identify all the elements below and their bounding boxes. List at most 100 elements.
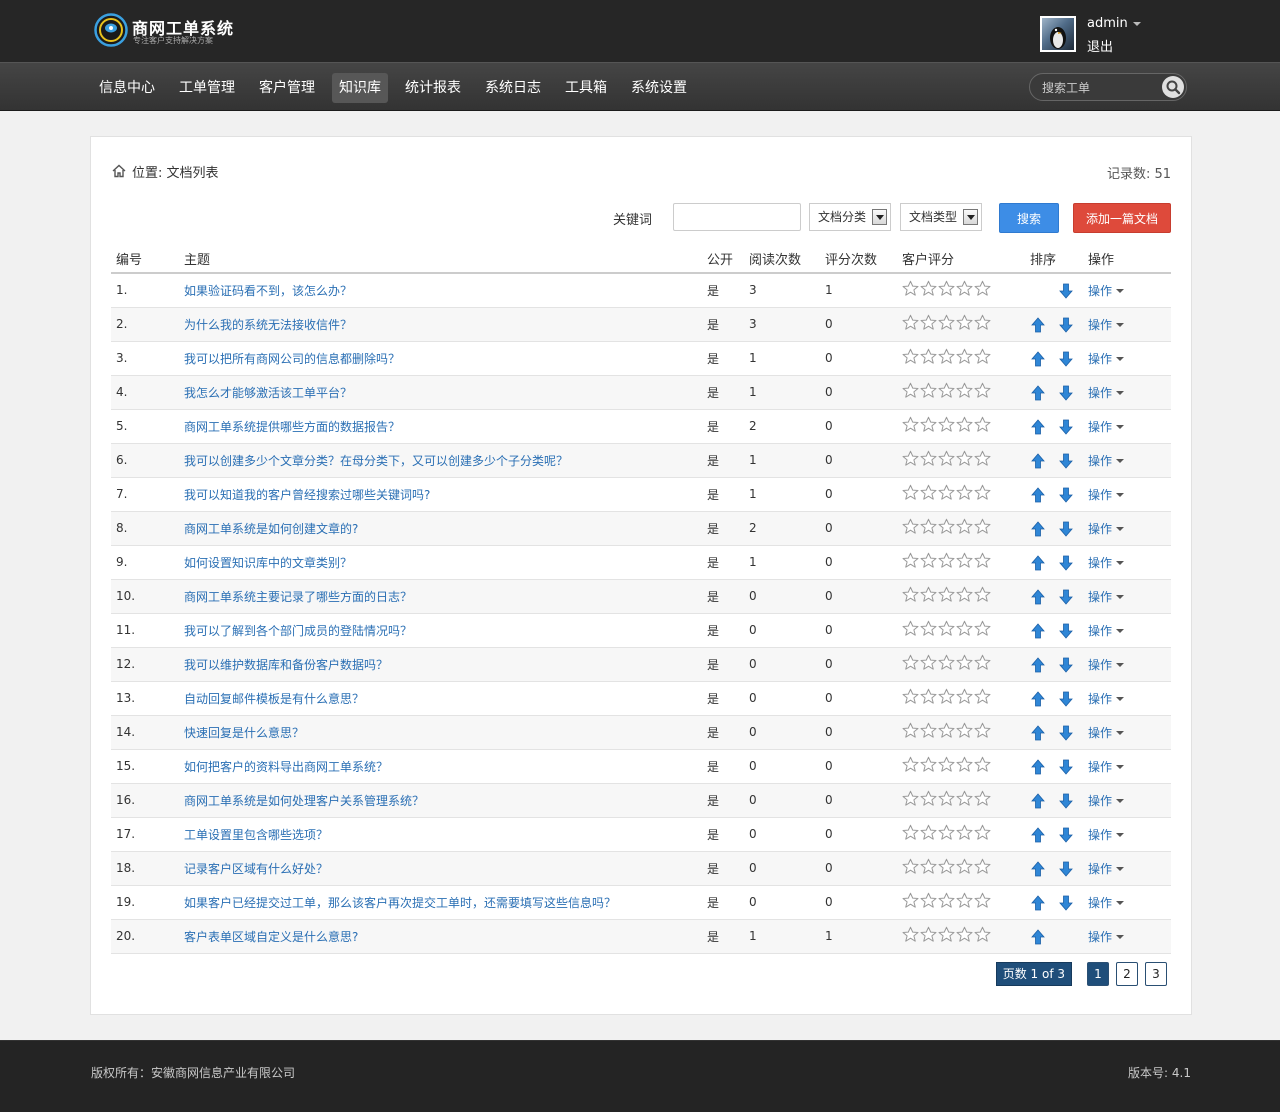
star-outline-icon[interactable] <box>920 620 937 640</box>
star-outline-icon[interactable] <box>938 654 955 674</box>
arrow-down-icon[interactable] <box>1059 861 1073 877</box>
star-outline-icon[interactable] <box>974 926 991 946</box>
star-outline-icon[interactable] <box>974 484 991 504</box>
star-outline-icon[interactable] <box>974 450 991 470</box>
nav-item-6[interactable]: 工具箱 <box>558 73 614 103</box>
star-outline-icon[interactable] <box>938 552 955 572</box>
arrow-down-icon[interactable] <box>1059 317 1073 333</box>
row-subject-link[interactable]: 我怎么才能够激活该工单平台？ <box>184 386 352 400</box>
row-actions-dropdown[interactable]: 操作 <box>1088 284 1125 298</box>
star-outline-icon[interactable] <box>938 620 955 640</box>
search-submit-button[interactable]: 搜索 <box>999 203 1059 233</box>
arrow-down-icon[interactable] <box>1059 827 1073 843</box>
arrow-down-icon[interactable] <box>1059 725 1073 741</box>
arrow-down-icon[interactable] <box>1059 419 1073 435</box>
star-outline-icon[interactable] <box>974 858 991 878</box>
star-outline-icon[interactable] <box>938 484 955 504</box>
star-outline-icon[interactable] <box>956 484 973 504</box>
star-outline-icon[interactable] <box>902 314 919 334</box>
arrow-up-icon[interactable] <box>1031 418 1045 435</box>
star-outline-icon[interactable] <box>920 586 937 606</box>
arrow-up-icon[interactable] <box>1031 826 1045 843</box>
nav-item-3[interactable]: 知识库 <box>332 73 388 103</box>
app-logo[interactable]: 商网工单系统 专注客户支持解决方案 <box>94 13 314 49</box>
star-outline-icon[interactable] <box>902 790 919 810</box>
row-subject-link[interactable]: 如何设置知识库中的文章类别？ <box>184 556 352 570</box>
arrow-down-icon[interactable] <box>1059 453 1073 469</box>
star-outline-icon[interactable] <box>974 756 991 776</box>
arrow-down-icon[interactable] <box>1059 283 1073 299</box>
page-link-1[interactable]: 1 <box>1087 962 1109 986</box>
star-outline-icon[interactable] <box>956 314 973 334</box>
star-outline-icon[interactable] <box>974 688 991 708</box>
row-subject-link[interactable]: 如果客户已经提交过工单，那么该客户再次提交工单时，还需要填写这些信息吗？ <box>184 896 616 910</box>
row-actions-dropdown[interactable]: 操作 <box>1088 318 1125 332</box>
star-outline-icon[interactable] <box>920 518 937 538</box>
arrow-up-icon[interactable] <box>1031 452 1045 469</box>
star-outline-icon[interactable] <box>920 824 937 844</box>
nav-item-1[interactable]: 工单管理 <box>172 73 242 103</box>
nav-item-2[interactable]: 客户管理 <box>252 73 322 103</box>
star-outline-icon[interactable] <box>974 280 991 300</box>
row-subject-link[interactable]: 商网工单系统是如何处理客户关系管理系统？ <box>184 794 424 808</box>
arrow-down-icon[interactable] <box>1059 691 1073 707</box>
star-outline-icon[interactable] <box>920 790 937 810</box>
arrow-up-icon[interactable] <box>1031 588 1045 605</box>
star-outline-icon[interactable] <box>974 620 991 640</box>
search-button[interactable] <box>1162 76 1184 98</box>
star-outline-icon[interactable] <box>974 654 991 674</box>
arrow-up-icon[interactable] <box>1031 792 1045 809</box>
row-actions-dropdown[interactable]: 操作 <box>1088 590 1125 604</box>
arrow-up-icon[interactable] <box>1031 486 1045 503</box>
col-rating-count[interactable]: 评分次数 <box>820 245 897 274</box>
star-outline-icon[interactable] <box>956 518 973 538</box>
ticket-search-input[interactable] <box>1042 79 1162 97</box>
star-outline-icon[interactable] <box>974 348 991 368</box>
star-outline-icon[interactable] <box>974 382 991 402</box>
doc-category-select[interactable]: 文档分类 <box>809 203 891 231</box>
arrow-up-icon[interactable] <box>1031 656 1045 673</box>
star-outline-icon[interactable] <box>920 756 937 776</box>
row-subject-link[interactable]: 我可以把所有商网公司的信息都删除吗？ <box>184 352 400 366</box>
col-customer-rating[interactable]: 客户评分 <box>897 245 1025 274</box>
star-outline-icon[interactable] <box>902 722 919 742</box>
arrow-up-icon[interactable] <box>1031 622 1045 639</box>
star-outline-icon[interactable] <box>902 552 919 572</box>
star-outline-icon[interactable] <box>938 756 955 776</box>
row-subject-link[interactable]: 我可以维护数据库和备份客户数据吗？ <box>184 658 388 672</box>
arrow-down-icon[interactable] <box>1059 521 1073 537</box>
row-subject-link[interactable]: 商网工单系统提供哪些方面的数据报告？ <box>184 420 400 434</box>
star-outline-icon[interactable] <box>974 790 991 810</box>
row-actions-dropdown[interactable]: 操作 <box>1088 454 1125 468</box>
star-outline-icon[interactable] <box>956 280 973 300</box>
star-outline-icon[interactable] <box>920 688 937 708</box>
star-outline-icon[interactable] <box>938 892 955 912</box>
star-outline-icon[interactable] <box>920 280 937 300</box>
star-outline-icon[interactable] <box>956 450 973 470</box>
row-actions-dropdown[interactable]: 操作 <box>1088 658 1125 672</box>
col-subject[interactable]: 主题 <box>179 245 702 274</box>
star-outline-icon[interactable] <box>920 416 937 436</box>
star-outline-icon[interactable] <box>956 586 973 606</box>
star-outline-icon[interactable] <box>974 518 991 538</box>
arrow-down-icon[interactable] <box>1059 793 1073 809</box>
row-actions-dropdown[interactable]: 操作 <box>1088 930 1125 944</box>
arrow-down-icon[interactable] <box>1059 589 1073 605</box>
col-number[interactable]: 编号 <box>111 245 179 274</box>
star-outline-icon[interactable] <box>920 348 937 368</box>
row-subject-link[interactable]: 商网工单系统主要记录了哪些方面的日志？ <box>184 590 412 604</box>
arrow-down-icon[interactable] <box>1059 623 1073 639</box>
star-outline-icon[interactable] <box>902 280 919 300</box>
row-actions-dropdown[interactable]: 操作 <box>1088 862 1125 876</box>
star-outline-icon[interactable] <box>902 620 919 640</box>
star-outline-icon[interactable] <box>938 450 955 470</box>
star-outline-icon[interactable] <box>902 824 919 844</box>
arrow-up-icon[interactable] <box>1031 384 1045 401</box>
row-actions-dropdown[interactable]: 操作 <box>1088 828 1125 842</box>
row-actions-dropdown[interactable]: 操作 <box>1088 488 1125 502</box>
add-document-button[interactable]: 添加一篇文档 <box>1073 203 1171 233</box>
row-subject-link[interactable]: 工单设置里包含哪些选项？ <box>184 828 328 842</box>
star-outline-icon[interactable] <box>902 586 919 606</box>
nav-item-0[interactable]: 信息中心 <box>92 73 162 103</box>
row-actions-dropdown[interactable]: 操作 <box>1088 726 1125 740</box>
